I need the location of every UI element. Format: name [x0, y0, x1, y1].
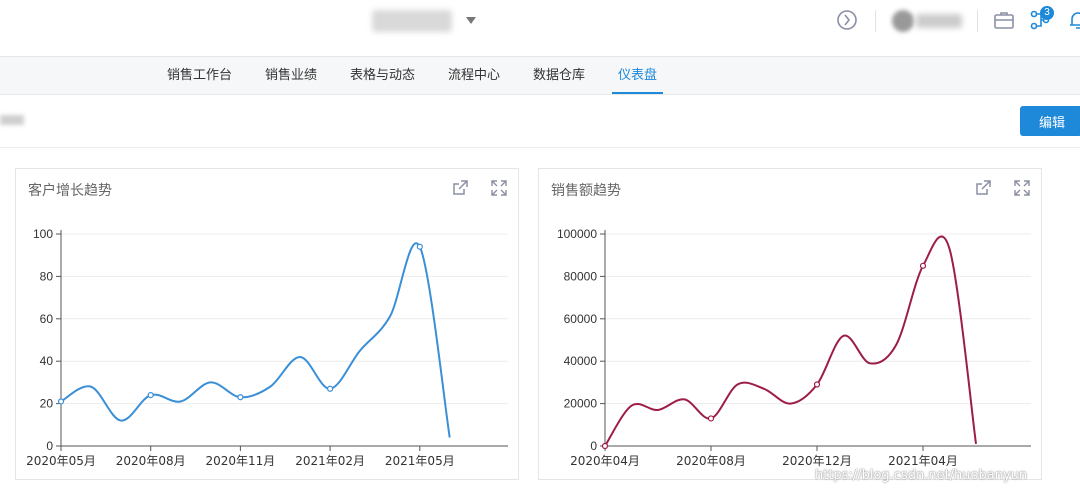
- y-tick-label: 100000: [557, 227, 597, 241]
- bell-icon[interactable]: [1066, 8, 1080, 32]
- sales-trend-chart: 0 20000 40000 60000 80000 100000 2020年04月 2020年…: [557, 227, 1031, 468]
- watermark: https://blog.csdn.net/huobanyun: [815, 468, 1028, 483]
- x-tick-label: 2020年08月: [116, 454, 186, 468]
- header-divider: [875, 10, 876, 32]
- customer-growth-card: 客户增长趋势 0 20 40 60 80 100 2020年05月 2020年08月 2020年…: [15, 168, 519, 480]
- avatar[interactable]: [892, 10, 914, 32]
- data-point: [327, 385, 334, 392]
- edit-button[interactable]: 编辑: [1020, 106, 1080, 136]
- data-point: [416, 243, 423, 250]
- main-nav: 销售工作台 销售业绩 表格与动态 流程中心 数据仓库 仪表盘: [0, 57, 1080, 95]
- username-blurred[interactable]: [916, 14, 962, 28]
- active-tab-indicator: [612, 92, 663, 94]
- y-tick-label: 80: [40, 269, 54, 283]
- y-tick-label: 100: [33, 227, 53, 241]
- tab-sales-workbench[interactable]: 销售工作台: [167, 57, 232, 95]
- x-tick-label: 2020年08月: [676, 454, 746, 468]
- y-tick-label: 40000: [564, 354, 598, 368]
- data-point: [147, 392, 154, 399]
- chevron-down-icon[interactable]: [466, 17, 476, 24]
- customer-growth-chart: 0 20 40 60 80 100 2020年05月 2020年08月 2020年11月 2021…: [26, 227, 508, 468]
- y-tick-label: 0: [590, 439, 597, 453]
- y-tick-label: 20000: [564, 397, 598, 411]
- header-divider: [977, 10, 978, 32]
- x-tick-label: 2020年05月: [26, 454, 96, 468]
- y-tick-label: 40: [40, 354, 54, 368]
- clock-icon[interactable]: [835, 8, 859, 32]
- top-header: 3: [0, 0, 1080, 57]
- series-line: [60, 242, 451, 438]
- data-point: [237, 394, 244, 401]
- data-point: [919, 262, 927, 269]
- series-line: [604, 235, 977, 447]
- company-name-blurred[interactable]: [372, 10, 452, 32]
- y-tick-label: 20: [40, 397, 54, 411]
- y-tick-label: 60: [40, 312, 54, 326]
- data-point: [813, 381, 821, 388]
- data-point: [707, 415, 715, 422]
- tab-process-center[interactable]: 流程中心: [448, 57, 500, 95]
- x-tick-label: 2020年04月: [570, 454, 640, 468]
- y-tick-label: 80000: [564, 269, 598, 283]
- tab-sales-performance[interactable]: 销售业绩: [265, 57, 317, 95]
- tab-tables-activity[interactable]: 表格与动态: [350, 57, 415, 95]
- x-tick-label: 2021年02月: [295, 454, 365, 468]
- data-point: [57, 398, 65, 405]
- dashboard-name-blurred: [0, 115, 24, 125]
- dashboard-toolbar: 编辑: [0, 95, 1080, 148]
- tab-data-warehouse[interactable]: 数据仓库: [533, 57, 585, 95]
- sales-trend-card: 销售额趋势 0 20000 40000 60000 80000 100000 2020年04…: [538, 168, 1042, 480]
- tab-dashboard[interactable]: 仪表盘: [618, 57, 657, 95]
- x-tick-label: 2020年11月: [205, 454, 275, 468]
- briefcase-icon[interactable]: [992, 8, 1016, 32]
- y-tick-label: 0: [46, 439, 53, 453]
- y-tick-label: 60000: [564, 312, 598, 326]
- x-tick-label: 2020年12月: [782, 454, 852, 468]
- notification-badge: 3: [1040, 6, 1054, 20]
- data-point: [601, 442, 609, 450]
- x-tick-label: 2021年05月: [385, 454, 455, 468]
- x-tick-label: 2021年04月: [888, 454, 958, 468]
